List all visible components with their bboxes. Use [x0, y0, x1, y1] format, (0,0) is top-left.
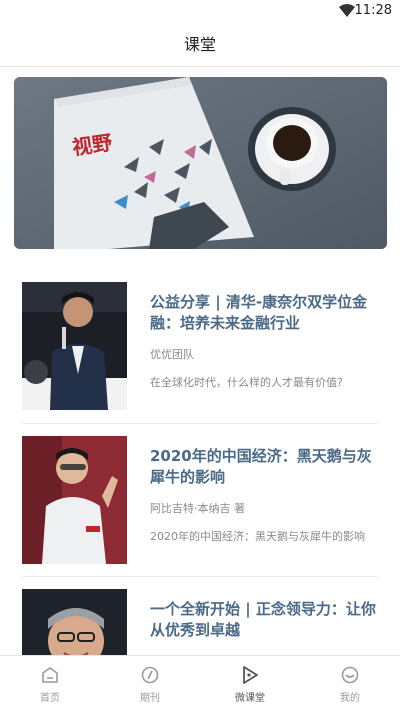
- top-nav-bar: 课堂: [0, 24, 400, 67]
- course-item[interactable]: 公益分享 | 清华-康奈尔双学位金融：培养未来金融行业 优优团队 在全球化时代，…: [0, 262, 400, 412]
- course-title: 2020年的中国经济：黑天鹅与灰犀牛的影响: [150, 447, 372, 486]
- home-icon: [42, 667, 58, 683]
- course-author: 优优团队: [150, 348, 194, 361]
- banner-image[interactable]: 视野: [14, 77, 387, 249]
- course-author: 阿比吉特·本纳吉 著: [150, 502, 245, 515]
- banner-illustration: [14, 77, 387, 249]
- course-description: 在全球化时代，什么样的人才最有价值?: [150, 376, 343, 389]
- wifi-icon: [339, 4, 355, 17]
- tab-label: 我的: [340, 693, 360, 704]
- course-title: 公益分享 | 清华-康奈尔双学位金融：培养未来金融行业: [150, 293, 368, 332]
- journal-icon: [141, 666, 159, 684]
- page-title: 课堂: [183, 35, 216, 54]
- tab-micro-class[interactable]: 微课堂: [200, 656, 300, 710]
- play-icon: [243, 666, 258, 684]
- status-bar: 11:28: [0, 0, 400, 24]
- status-time: 11:28: [354, 3, 392, 18]
- profile-icon: [341, 666, 359, 684]
- course-description: 2020年的中国经济：黑天鹅与灰犀牛的影响: [150, 530, 365, 543]
- tab-label: 期刊: [140, 693, 160, 704]
- tab-label: 首页: [40, 693, 60, 704]
- tab-label: 微课堂: [235, 693, 265, 704]
- bottom-tab-bar: 首页 期刊 微课堂 我的: [0, 655, 400, 710]
- course-thumbnail: [22, 282, 127, 410]
- tab-home[interactable]: 首页: [0, 656, 100, 710]
- course-title: 一个全新开始 | 正念领导力：让你从优秀到卓越: [150, 600, 376, 639]
- course-item[interactable]: 2020年的中国经济：黑天鹅与灰犀牛的影响 阿比吉特·本纳吉 著 2020年的中…: [0, 416, 400, 566]
- course-thumbnail: [22, 436, 127, 564]
- tab-journal[interactable]: 期刊: [100, 656, 200, 710]
- tab-profile[interactable]: 我的: [300, 656, 400, 710]
- banner-cover-title: 视野: [70, 130, 114, 160]
